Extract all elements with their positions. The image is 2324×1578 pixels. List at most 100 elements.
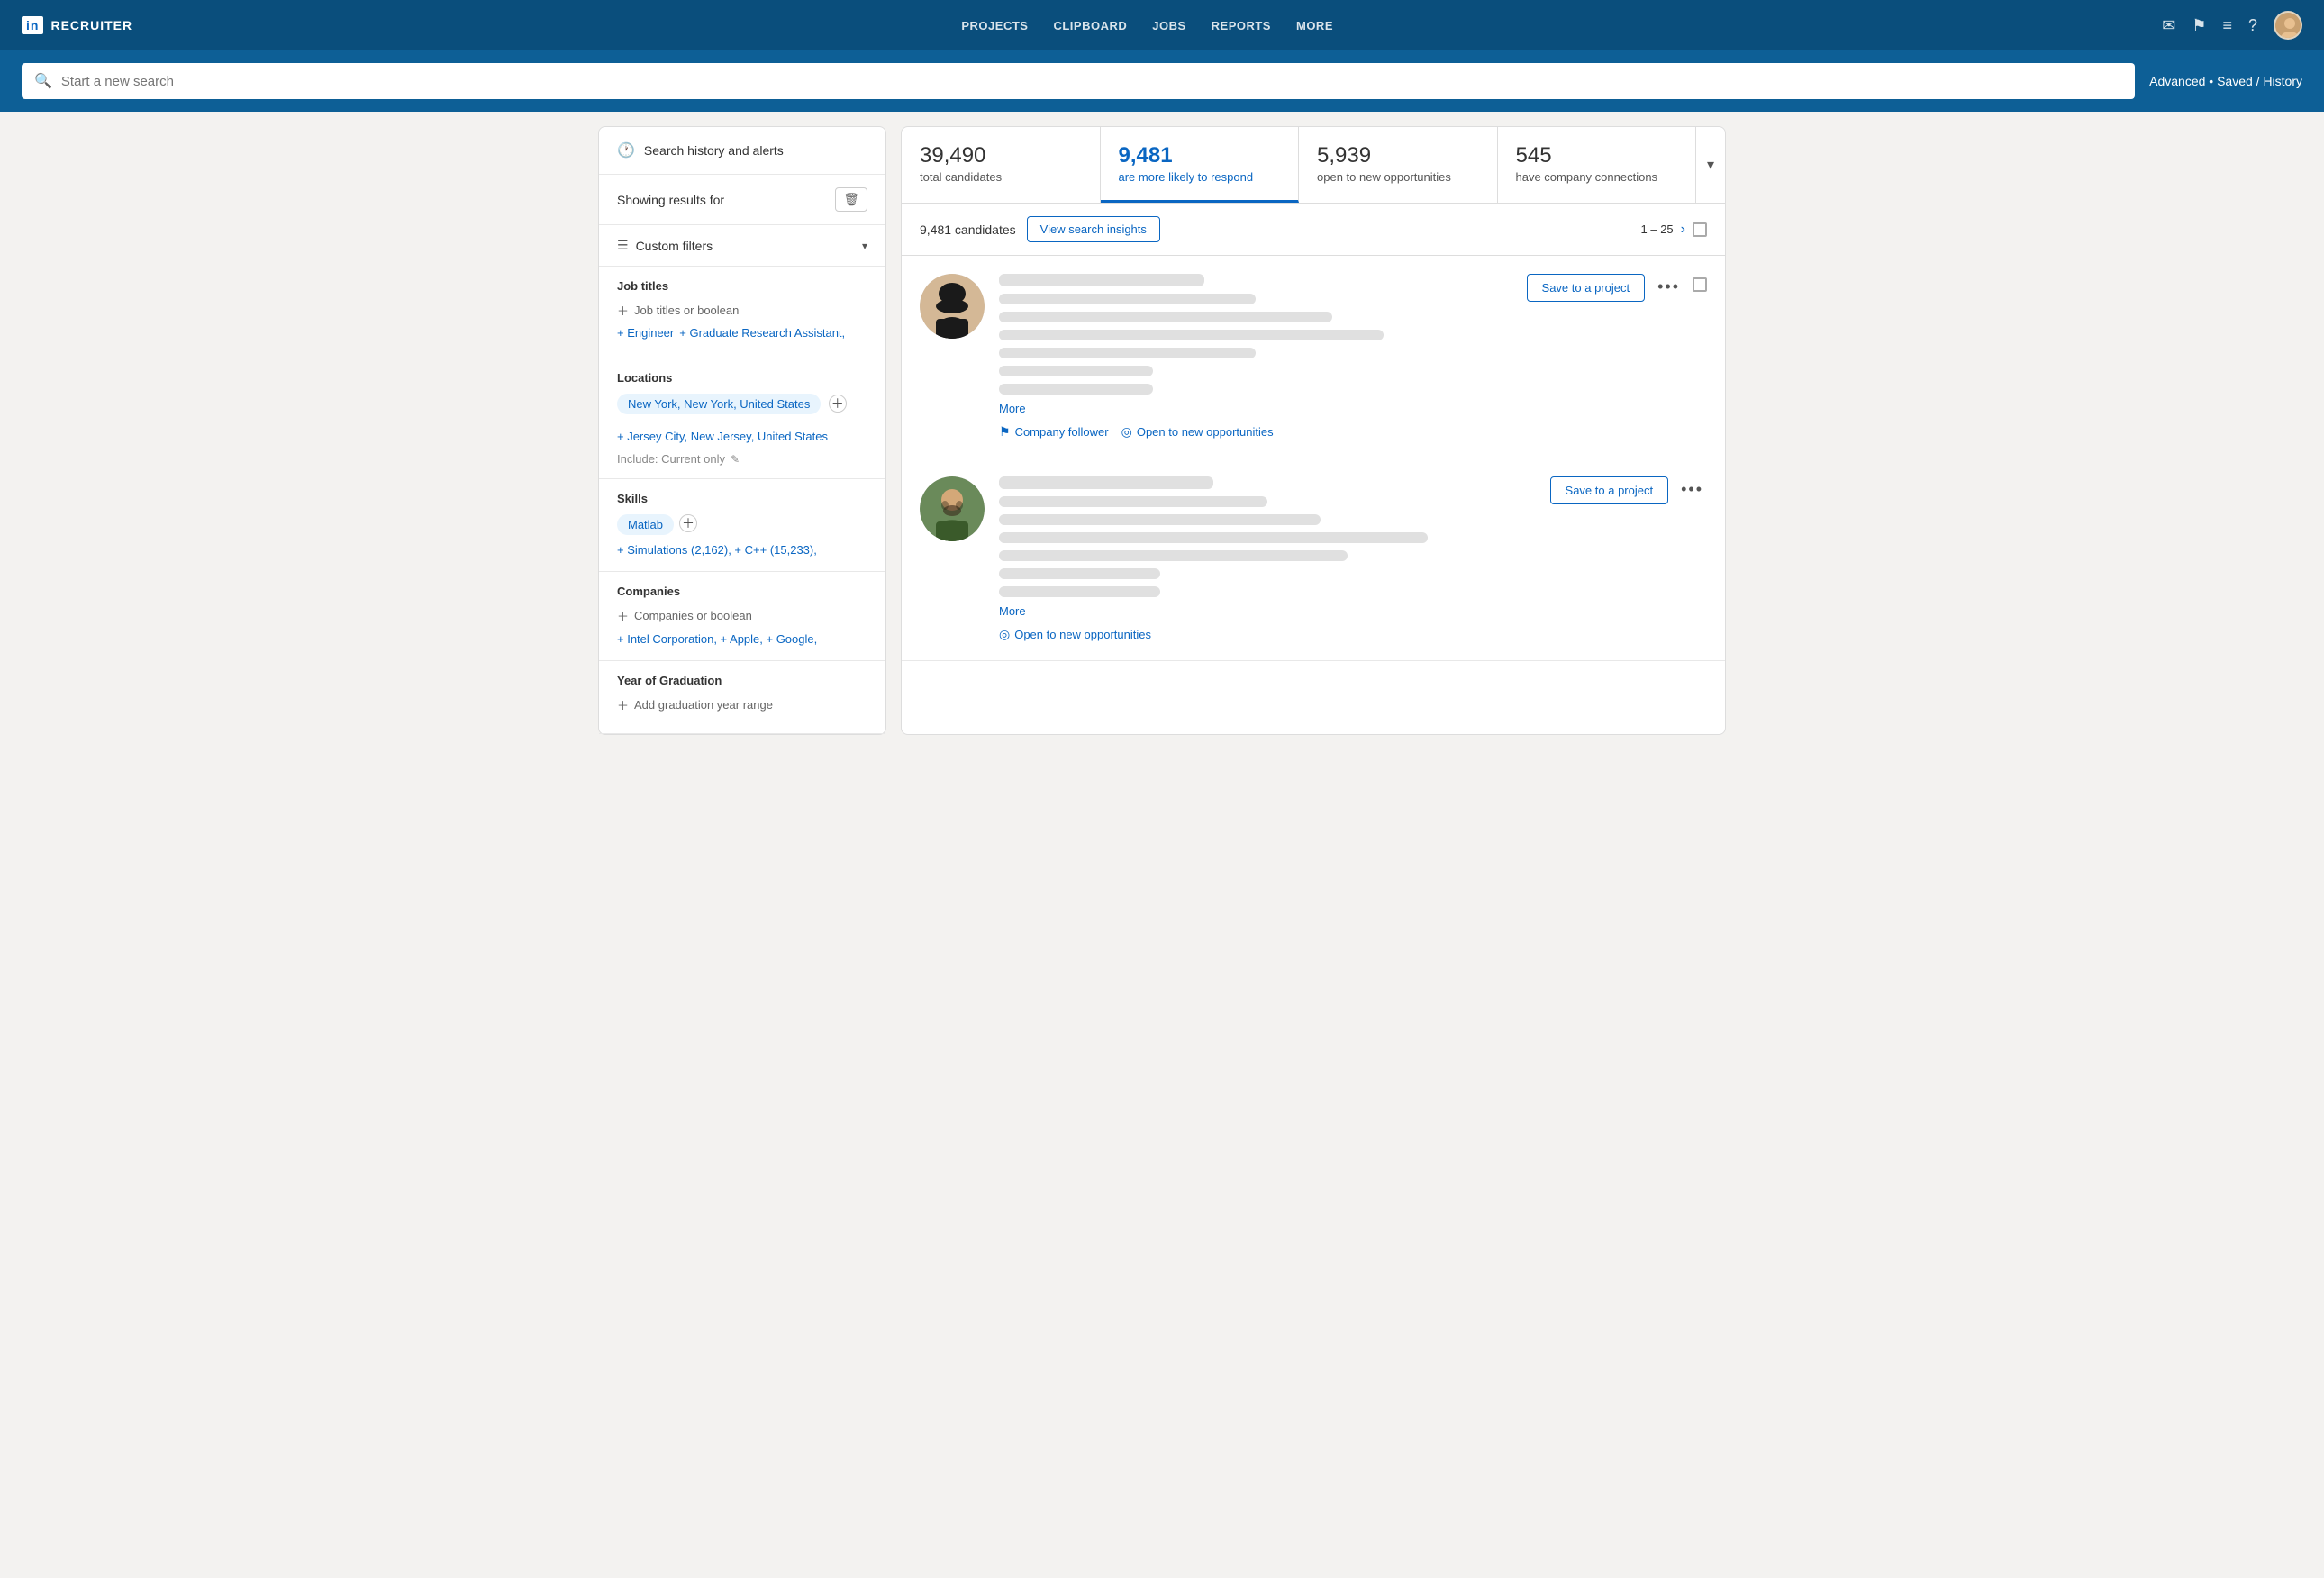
badge-open-text-2: Open to new opportunities — [1014, 628, 1151, 641]
delete-search-button[interactable]: 🗑 — [835, 187, 867, 212]
nav-links: PROJECTS CLIPBOARD JOBS REPORTS MORE — [161, 19, 2133, 32]
stat-likely-respond[interactable]: 9,481 are more likely to respond — [1101, 127, 1300, 203]
pagination-text: 1 – 25 — [1641, 222, 1674, 236]
nav-projects[interactable]: PROJECTS — [961, 19, 1028, 32]
add-company[interactable]: ＋ Companies or boolean — [617, 607, 867, 624]
view-insights-button[interactable]: View search insights — [1027, 216, 1160, 242]
badge-company-follower: ⚑ Company follower — [999, 424, 1109, 440]
primary-location-tag[interactable]: New York, New York, United States — [617, 394, 821, 414]
results-panel: 39,490 total candidates 9,481 are more l… — [901, 126, 1726, 735]
showing-results-text: Showing results for — [617, 193, 724, 207]
candidate-2-detail-4 — [999, 586, 1160, 597]
job-title-tag-1[interactable]: + Engineer — [617, 326, 674, 340]
stats-chevron[interactable]: ▾ — [1696, 127, 1725, 203]
sidebar: 🕐 Search history and alerts Showing resu… — [598, 126, 886, 735]
pagination: 1 – 25 › — [1641, 222, 1707, 238]
stat-connections-number: 545 — [1516, 143, 1678, 168]
candidate-1-more-link[interactable]: More — [999, 402, 1512, 415]
stat-total[interactable]: 39,490 total candidates — [902, 127, 1101, 203]
candidate-1-detail-1 — [999, 330, 1384, 340]
candidate-1-avatar — [920, 274, 985, 339]
add-skill-button[interactable]: ＋ — [679, 514, 697, 532]
mail-icon[interactable]: ✉ — [2162, 16, 2175, 35]
more-options-btn-2[interactable]: ••• — [1677, 476, 1707, 503]
save-to-project-btn-2[interactable]: Save to a project — [1550, 476, 1669, 504]
edit-icon[interactable]: ✎ — [731, 453, 740, 466]
candidate-1-title — [999, 294, 1256, 304]
graduation-placeholder: Add graduation year range — [634, 698, 773, 712]
job-title-tags: + Engineer + Graduate Research Assistant… — [617, 326, 867, 340]
save-to-project-btn-1[interactable]: Save to a project — [1527, 274, 1646, 302]
search-input[interactable] — [61, 74, 2122, 89]
job-title-tag-2[interactable]: + Graduate Research Assistant, — [679, 326, 845, 340]
secondary-location-link[interactable]: + Jersey City, New Jersey, United States — [617, 430, 828, 443]
custom-filters-label: Custom filters — [636, 239, 855, 253]
stat-likely-label: are more likely to respond — [1119, 170, 1281, 184]
location-tag-text: New York, New York, United States — [628, 397, 810, 411]
candidate-1-detail-4 — [999, 384, 1153, 394]
sidebar-history-header: 🕐 Search history and alerts — [599, 127, 885, 175]
top-nav: in RECRUITER PROJECTS CLIPBOARD JOBS REP… — [0, 0, 2324, 50]
custom-filters-row[interactable]: ☰ Custom filters ▾ — [599, 225, 885, 267]
badge-open-opportunities-1: ◎ Open to new opportunities — [1121, 424, 1274, 440]
graduation-title: Year of Graduation — [617, 674, 867, 687]
open-badge-icon-1: ◎ — [1121, 424, 1132, 440]
help-icon[interactable]: ? — [2248, 16, 2257, 35]
stat-total-number: 39,490 — [920, 143, 1082, 168]
flag-icon[interactable]: ⚑ — [2192, 16, 2206, 35]
user-avatar[interactable] — [2274, 11, 2302, 40]
candidates-bar: 9,481 candidates View search insights 1 … — [902, 204, 1725, 256]
skill-tag-matlab[interactable]: Matlab — [617, 514, 674, 535]
candidate-2-title — [999, 496, 1267, 507]
nav-icons: ✉ ⚑ ≡ ? — [2162, 11, 2302, 40]
candidate-1-checkbox[interactable] — [1693, 277, 1707, 292]
plus-icon-company: ＋ — [617, 607, 629, 624]
candidate-2-info: More ◎ Open to new opportunities — [999, 476, 1536, 642]
candidate-2-avatar — [920, 476, 985, 541]
nav-clipboard[interactable]: CLIPBOARD — [1053, 19, 1127, 32]
stat-likely-number: 9,481 — [1119, 143, 1281, 168]
candidate-1-name — [999, 274, 1204, 286]
location-note: Include: Current only ✎ — [617, 452, 867, 466]
candidate-1-badges: ⚑ Company follower ◎ Open to new opportu… — [999, 424, 1512, 440]
nav-more[interactable]: MORE — [1296, 19, 1333, 32]
skills-section: Skills Matlab ＋ + Simulations (2,162), +… — [599, 479, 885, 572]
companies-title: Companies — [617, 585, 867, 598]
search-icon: 🔍 — [34, 72, 52, 90]
list-icon[interactable]: ≡ — [2222, 16, 2232, 35]
filter-icon: ☰ — [617, 238, 629, 253]
candidates-count: 9,481 candidates — [920, 222, 1016, 237]
more-options-btn-1[interactable]: ••• — [1654, 274, 1684, 300]
company-tags-link[interactable]: + Intel Corporation, + Apple, + Google, — [617, 632, 817, 646]
search-input-wrap[interactable]: 🔍 — [22, 63, 2135, 99]
stat-company-connections[interactable]: 545 have company connections — [1498, 127, 1697, 203]
location-note-text: Include: Current only — [617, 452, 725, 466]
search-bar-area: 🔍 Advanced • Saved / History — [0, 50, 2324, 112]
stat-open-opps[interactable]: 5,939 open to new opportunities — [1299, 127, 1498, 203]
companies-placeholder: Companies or boolean — [634, 609, 752, 622]
candidate-2-actions: Save to a project ••• — [1550, 476, 1707, 642]
skill-tag-text: Matlab — [628, 518, 663, 531]
add-location-button[interactable]: ＋ — [829, 394, 847, 413]
job-titles-section: Job titles ＋ Job titles or boolean + Eng… — [599, 267, 885, 358]
flag-badge-icon: ⚑ — [999, 424, 1011, 440]
locations-title: Locations — [617, 371, 867, 385]
candidate-1-info: More ⚑ Company follower ◎ Open to new op… — [999, 274, 1512, 440]
add-job-title[interactable]: ＋ Job titles or boolean — [617, 302, 867, 319]
nav-reports[interactable]: REPORTS — [1212, 19, 1271, 32]
skill-more-link[interactable]: + Simulations (2,162), + C++ (15,233), — [617, 543, 817, 557]
stats-bar: 39,490 total candidates 9,481 are more l… — [902, 127, 1725, 204]
candidate-2-badges: ◎ Open to new opportunities — [999, 627, 1536, 642]
candidate-2-company — [999, 514, 1321, 525]
logo[interactable]: in RECRUITER — [22, 16, 132, 34]
main-content: 🕐 Search history and alerts Showing resu… — [576, 112, 1748, 749]
candidate-2-detail-1 — [999, 532, 1428, 543]
candidate-2-more-link[interactable]: More — [999, 604, 1536, 618]
select-all-checkbox[interactable] — [1693, 222, 1707, 237]
nav-jobs[interactable]: JOBS — [1152, 19, 1185, 32]
plus-icon-graduation: ＋ — [617, 696, 629, 713]
pagination-next[interactable]: › — [1681, 222, 1685, 238]
add-graduation-year[interactable]: ＋ Add graduation year range — [617, 696, 867, 713]
search-advanced-links[interactable]: Advanced • Saved / History — [2149, 74, 2302, 88]
sidebar-history-label: Search history and alerts — [644, 143, 784, 158]
